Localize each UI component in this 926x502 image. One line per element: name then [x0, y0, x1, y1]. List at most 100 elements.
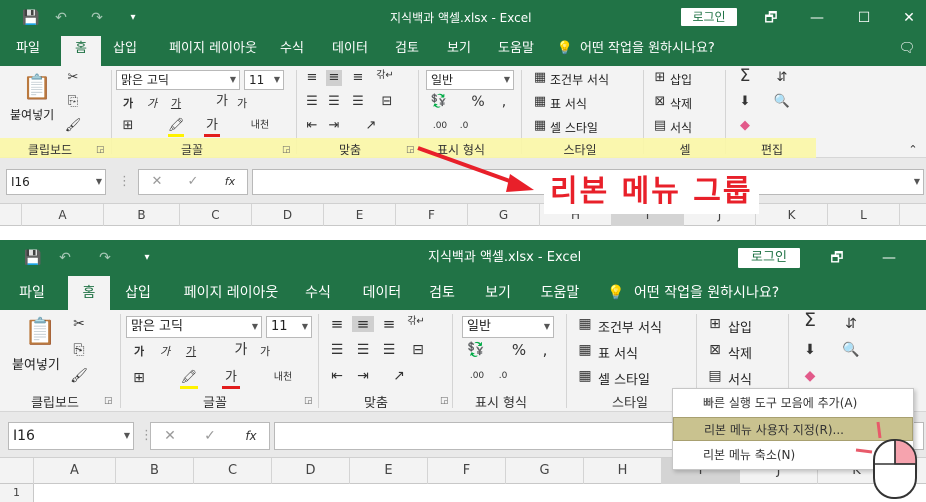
font-name-select[interactable]: 맑은 고딕 ▼	[116, 70, 240, 90]
italic-icon[interactable]: 가	[156, 344, 174, 360]
column-header[interactable]: K	[756, 204, 828, 226]
fill-color-icon[interactable]: 🖍	[180, 370, 198, 389]
column-header[interactable]: E	[350, 458, 428, 484]
align-top-icon[interactable]: ≡	[328, 316, 346, 332]
tab-insert[interactable]: 삽입	[103, 36, 147, 62]
sort-filter-icon[interactable]: ⇵	[772, 70, 792, 86]
decrease-indent-icon[interactable]: ⇤	[328, 368, 346, 384]
column-header[interactable]: A	[34, 458, 116, 484]
tell-me-search[interactable]: 어떤 작업을 원하시나요?	[580, 36, 730, 62]
phonetic-guide-icon[interactable]: 내천	[248, 118, 272, 134]
increase-decimal-icon[interactable]: .00	[430, 118, 450, 134]
table-format-button[interactable]: 표 서식	[550, 95, 587, 112]
login-button[interactable]: 로그인	[738, 248, 800, 268]
conditional-format-icon[interactable]: ▦	[532, 70, 548, 86]
format-painter-icon[interactable]: 🖌	[64, 118, 82, 134]
autosum-icon[interactable]: Σ	[736, 68, 754, 85]
save-icon[interactable]: 💾	[20, 0, 42, 36]
collapse-ribbon-icon[interactable]: ⌃	[906, 142, 920, 158]
increase-indent-icon[interactable]: ⇥	[354, 368, 372, 384]
tell-me-search[interactable]: 어떤 작업을 원하시나요?	[634, 276, 804, 310]
dialog-launcher-icon[interactable]: ◲	[104, 396, 113, 406]
percent-icon[interactable]: %	[470, 94, 486, 110]
align-left-icon[interactable]: ☰	[304, 94, 320, 110]
tab-formulas[interactable]: 수식	[270, 36, 314, 62]
minimize-icon[interactable]: —	[878, 240, 900, 276]
column-header[interactable]: B	[116, 458, 194, 484]
quick-access-more-icon[interactable]: ▾	[140, 240, 154, 276]
ribbon-display-icon[interactable]: 🗗	[760, 0, 782, 36]
bold-icon[interactable]: 가	[120, 96, 136, 112]
cell-style-button[interactable]: 셀 스타일	[598, 369, 650, 388]
align-center-icon[interactable]: ☰	[354, 342, 372, 358]
wrap-text-icon[interactable]: 갂↵	[376, 68, 394, 84]
decrease-decimal-icon[interactable]: .0	[492, 368, 514, 384]
comma-icon[interactable]: ,	[496, 94, 512, 110]
format-painter-icon[interactable]: 🖌	[70, 368, 88, 384]
border-icon[interactable]: ⊞	[120, 118, 136, 134]
cancel-icon[interactable]: ✕	[149, 174, 165, 190]
autosum-icon[interactable]: Σ	[800, 311, 820, 330]
find-select-icon[interactable]: 🔍	[840, 342, 862, 358]
align-center-icon[interactable]: ☰	[326, 94, 342, 110]
align-top-icon[interactable]: ≡	[304, 70, 320, 86]
orientation-icon[interactable]: ↗	[388, 368, 410, 384]
delete-cells-button[interactable]: 삭제	[728, 343, 752, 362]
clear-icon[interactable]: ◆	[736, 118, 754, 134]
currency-icon[interactable]: 💱	[464, 342, 488, 358]
insert-function-icon[interactable]: fx	[241, 428, 261, 444]
number-format-select[interactable]: 일반 ▼	[426, 70, 514, 90]
dialog-launcher-icon[interactable]: ◲	[304, 396, 313, 406]
paste-button[interactable]: 붙여넣기	[10, 106, 54, 123]
redo-icon[interactable]: ↷	[88, 0, 106, 36]
insert-cells-icon[interactable]: ⊞	[706, 316, 724, 332]
select-all-corner[interactable]	[0, 458, 34, 484]
column-header[interactable]: H	[584, 458, 662, 484]
insert-function-icon[interactable]: fx	[221, 174, 239, 190]
number-format-select[interactable]: 일반 ▼	[462, 316, 554, 338]
clear-icon[interactable]: ◆	[800, 368, 820, 384]
insert-cells-button[interactable]: 삽입	[670, 71, 692, 88]
underline-icon[interactable]: 가	[182, 344, 200, 360]
wrap-text-icon[interactable]: 갂↵	[406, 314, 426, 330]
save-icon[interactable]: 💾	[22, 240, 44, 276]
font-size-select[interactable]: 11 ▼	[266, 316, 312, 338]
increase-font-icon[interactable]: 가	[214, 94, 230, 110]
column-header[interactable]: C	[180, 204, 252, 226]
column-header[interactable]: G	[506, 458, 584, 484]
delete-cells-button[interactable]: 삭제	[670, 95, 692, 112]
tab-home[interactable]: 홈	[68, 276, 110, 310]
align-left-icon[interactable]: ☰	[328, 342, 346, 358]
undo-icon[interactable]: ↶	[52, 0, 70, 36]
table-format-icon[interactable]: ▦	[532, 94, 548, 110]
phonetic-guide-icon[interactable]: 내천	[270, 370, 296, 386]
conditional-format-button[interactable]: 조건부 서식	[550, 71, 609, 88]
copy-icon[interactable]: ⎘	[64, 94, 82, 110]
redo-icon[interactable]: ↷	[96, 240, 114, 276]
undo-icon[interactable]: ↶	[56, 240, 74, 276]
format-cells-button[interactable]: 서식	[728, 369, 752, 388]
cut-icon[interactable]: ✂	[70, 316, 88, 332]
orientation-icon[interactable]: ↗	[360, 118, 382, 134]
align-middle-icon[interactable]: ≡	[326, 70, 342, 86]
column-header[interactable]: A	[22, 204, 104, 226]
column-header[interactable]: C	[194, 458, 272, 484]
tab-formulas[interactable]: 수식	[294, 276, 342, 310]
quick-access-more-icon[interactable]: ▾	[126, 0, 140, 36]
increase-decimal-icon[interactable]: .00	[466, 368, 488, 384]
sort-filter-icon[interactable]: ⇵	[840, 316, 862, 332]
fill-down-icon[interactable]: ⬇	[736, 94, 754, 110]
format-cells-icon[interactable]: ▤	[706, 368, 724, 384]
conditional-format-button[interactable]: 조건부 서식	[598, 317, 662, 336]
align-middle-icon[interactable]: ≡	[352, 316, 374, 332]
conditional-format-icon[interactable]: ▦	[576, 316, 594, 332]
login-button[interactable]: 로그인	[681, 8, 737, 26]
tab-file[interactable]: 파일	[8, 276, 56, 310]
border-icon[interactable]: ⊞	[130, 370, 148, 386]
maximize-icon[interactable]: ☐	[853, 0, 875, 36]
cut-icon[interactable]: ✂	[64, 70, 82, 86]
name-box[interactable]: I16 ▼	[8, 422, 134, 450]
column-header[interactable]: F	[396, 204, 468, 226]
column-header[interactable]: D	[272, 458, 350, 484]
column-header[interactable]: L	[828, 204, 900, 226]
